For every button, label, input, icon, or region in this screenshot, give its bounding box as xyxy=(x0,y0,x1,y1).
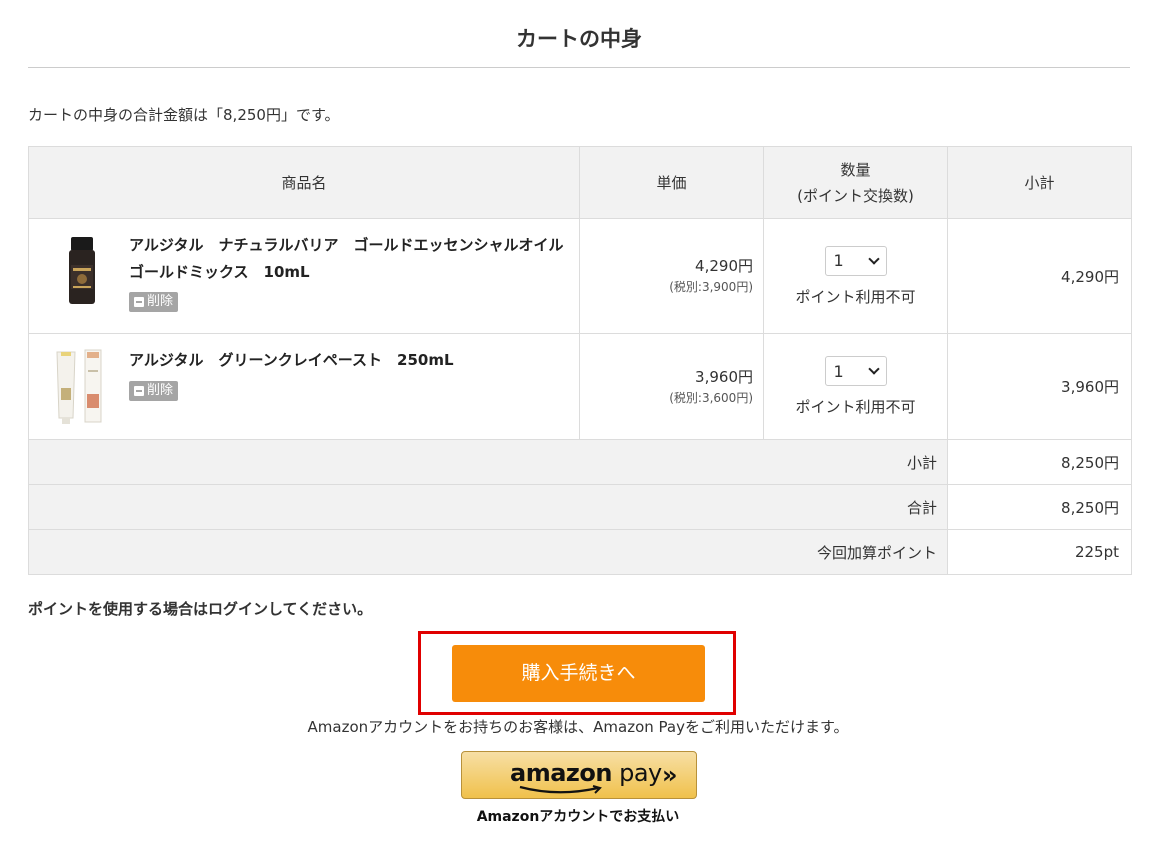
product-name[interactable]: アルジタル グリーンクレイペースト 250mL xyxy=(129,347,567,374)
double-chevron-right-icon: » xyxy=(662,761,678,789)
chevron-down-icon xyxy=(867,363,880,375)
cart-table: 商品名 単価 数量 (ポイント交換数) 小計 アルジタル ナチュラルバリア ゴー… xyxy=(28,146,1132,575)
pay-logo-text: pay xyxy=(611,759,662,787)
subtotal-row: 小計 8,250円 xyxy=(28,439,1132,485)
unit-price-tax: (税別:3,600円) xyxy=(669,390,753,405)
total-row: 合計 8,250円 xyxy=(28,484,1132,530)
quantity-cell: 1 ポイント利用不可 xyxy=(763,218,948,334)
total-label: 合計 xyxy=(28,484,948,530)
points-value: 225pt xyxy=(947,529,1132,575)
delete-label: 削除 xyxy=(147,383,174,398)
quantity-cell: 1 ポイント利用不可 xyxy=(763,333,948,440)
delete-button[interactable]: 削除 xyxy=(129,292,179,312)
product-cell: アルジタル グリーンクレイペースト 250mL 削除 xyxy=(28,333,580,440)
table-row: アルジタル ナチュラルバリア ゴールドエッセンシャルオイル ゴールドミックス 1… xyxy=(28,218,1132,334)
page-title: カートの中身 xyxy=(28,0,1130,68)
checkout-button[interactable]: 購入手続きへ xyxy=(452,645,705,702)
points-label: 今回加算ポイント xyxy=(28,529,948,575)
amazon-pay-logo: amazon pay xyxy=(510,759,662,787)
chevron-down-icon xyxy=(867,252,880,265)
unit-price: 3,960円 xyxy=(695,367,753,386)
amazon-pay-button[interactable]: amazon pay » xyxy=(461,751,697,799)
header-quantity-label: 数量 xyxy=(840,160,871,179)
product-image-clay-paste[interactable] xyxy=(47,348,117,430)
header-subtotal: 小計 xyxy=(947,146,1132,219)
subtotal-value: 8,250円 xyxy=(947,439,1132,485)
minus-icon xyxy=(134,386,144,396)
cart-summary: カートの中身の合計金額は「8,250円」です。 xyxy=(28,106,340,124)
point-note: ポイント利用不可 xyxy=(795,398,916,416)
header-unit-price: 単価 xyxy=(579,146,764,219)
header-product: 商品名 xyxy=(28,146,580,219)
quantity-value: 1 xyxy=(833,361,844,381)
product-image-oil-bottle[interactable] xyxy=(47,235,117,311)
product-name[interactable]: アルジタル ナチュラルバリア ゴールドエッセンシャルオイル ゴールドミックス 1… xyxy=(129,232,579,286)
quantity-select[interactable]: 1 xyxy=(824,356,887,386)
header-quantity-sub: (ポイント交換数) xyxy=(797,186,914,205)
total-value: 8,250円 xyxy=(947,484,1132,530)
product-cell: アルジタル ナチュラルバリア ゴールドエッセンシャルオイル ゴールドミックス 1… xyxy=(28,218,580,334)
quantity-select[interactable]: 1 xyxy=(824,245,887,276)
amazon-logo-text: amazon xyxy=(510,759,612,787)
table-row: アルジタル グリーンクレイペースト 250mL 削除 3,960円 (税別:3,… xyxy=(28,333,1132,440)
amazon-smile-icon xyxy=(519,785,602,794)
quantity-value: 1 xyxy=(833,251,844,270)
minus-icon xyxy=(134,297,144,307)
amazon-pay-note: Amazonアカウントをお持ちのお客様は、Amazon Payをご利用いただけま… xyxy=(307,718,849,736)
delete-label: 削除 xyxy=(147,294,174,309)
amazon-pay-sub-label: Amazonアカウントでお支払い xyxy=(476,809,680,825)
price-cell: 3,960円 (税別:3,600円) xyxy=(579,333,764,440)
row-subtotal: 3,960円 xyxy=(947,333,1132,440)
table-header-row: 商品名 単価 数量 (ポイント交換数) 小計 xyxy=(28,146,1132,219)
point-note: ポイント利用不可 xyxy=(795,287,916,306)
login-note: ポイントを使用する場合はログインしてください。 xyxy=(28,600,373,618)
header-quantity: 数量 (ポイント交換数) xyxy=(763,146,948,219)
unit-price: 4,290円 xyxy=(695,257,753,275)
price-cell: 4,290円 (税別:3,900円) xyxy=(579,218,764,334)
subtotal-label: 小計 xyxy=(28,439,948,485)
unit-price-tax: (税別:3,900円) xyxy=(669,280,753,294)
delete-button[interactable]: 削除 xyxy=(129,381,179,401)
row-subtotal: 4,290円 xyxy=(947,218,1132,334)
points-row: 今回加算ポイント 225pt xyxy=(28,529,1132,575)
